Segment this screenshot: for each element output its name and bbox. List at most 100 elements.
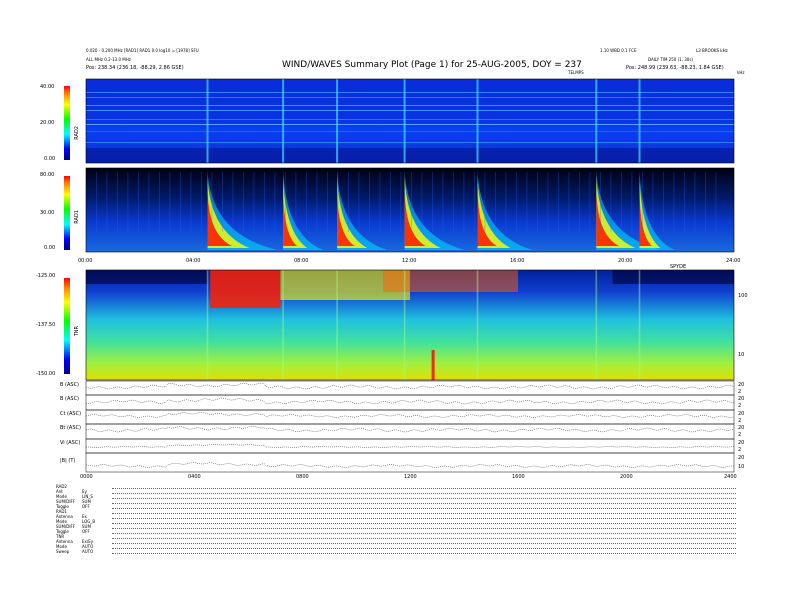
time-tick-2: 08:00	[294, 258, 309, 264]
rad1-streak	[211, 172, 213, 232]
rad1-streak	[295, 172, 297, 232]
time-tick-6: 24:00	[726, 258, 741, 264]
rad1-streak	[358, 172, 360, 232]
btime-tick-4: 1600	[512, 474, 525, 480]
rad1-streak	[232, 172, 234, 232]
tnr-burst-line	[282, 270, 284, 380]
rad2-band-line	[86, 119, 734, 120]
tnr-label: TNR	[74, 326, 80, 337]
tnr-burst-line	[206, 270, 209, 380]
rad2-tick-mid: 20.00	[40, 120, 55, 126]
line-rtick-5a: 20	[738, 455, 745, 461]
rad1-streak	[306, 172, 307, 232]
line-panel-trace	[85, 382, 735, 390]
btime-tick-0: 0000	[80, 474, 93, 480]
line-label-1: B (ASC)	[60, 396, 80, 402]
rad2-burst-spike	[638, 79, 641, 163]
rad1-streak	[495, 172, 496, 232]
line-rtick-3a: 20	[738, 425, 745, 431]
line-rtick-1b: 2	[738, 403, 742, 409]
rad1-streak	[715, 172, 717, 232]
tnr-dark-band-right	[612, 270, 734, 284]
btime-tick-5: 2000	[620, 474, 633, 480]
rad1-streak	[505, 172, 507, 232]
tnr-tick-bot: -150.00	[36, 371, 56, 377]
rad2-tick-bot: 0.00	[44, 156, 56, 162]
tnr-dark-band	[86, 270, 208, 284]
line-panel-frame	[85, 438, 735, 454]
rad1-streak	[547, 172, 549, 232]
rad1-streak	[369, 172, 370, 232]
rad1-streak	[421, 172, 423, 232]
rad1-streak	[316, 172, 318, 232]
line-panel-frame	[85, 452, 735, 473]
line-panel-frame	[85, 409, 735, 425]
line-label-4: Vi (ASC)	[60, 440, 81, 446]
rad1-streak	[159, 172, 160, 232]
rad2-band-line	[86, 124, 734, 125]
tnr-burst-line	[638, 270, 641, 380]
rad1-streak	[180, 172, 181, 232]
rad2-band-line	[86, 131, 734, 132]
rad1-streak	[117, 172, 118, 232]
rad1-tick-mid: 30.00	[40, 210, 55, 216]
rad2-burst-spike	[282, 79, 285, 163]
rad2-burst-spike	[403, 79, 406, 163]
rad1-streak	[694, 172, 696, 232]
time-tick-3: 12:00	[402, 258, 417, 264]
btime-tick-3: 1200	[404, 474, 417, 480]
rad1-streak	[337, 172, 339, 232]
rad1-streak	[327, 172, 328, 232]
line-rtick-0a: 20	[738, 382, 745, 388]
tnr-burst-line	[336, 270, 338, 380]
rad1-streak	[579, 172, 580, 232]
rad1-colorbar	[64, 176, 70, 250]
rad2-burst-spike	[206, 79, 209, 163]
rad2-burst-spike	[336, 79, 339, 163]
rad1-label: RAD1	[74, 210, 80, 224]
rad1-streak	[463, 172, 465, 232]
rad2-burst-spike	[595, 79, 598, 163]
rad1-streak	[642, 172, 643, 232]
rad1-streak	[138, 172, 139, 232]
rad2-band-line	[86, 97, 734, 98]
rad1-streak	[243, 172, 244, 232]
rad1-streak	[253, 172, 255, 232]
rad1-tick-top: 80.00	[40, 172, 55, 178]
line-label-0: B (ASC)	[60, 382, 80, 388]
time-tick-5: 20:00	[618, 258, 633, 264]
line-rtick-0b: 2	[738, 389, 742, 395]
rad1-streak	[537, 172, 538, 232]
rad1-streak	[474, 172, 475, 232]
tnr-tick-top: -125.00	[36, 273, 56, 279]
rad1-streak	[285, 172, 286, 232]
rad1-streak	[600, 172, 601, 232]
tnr-colorbar	[64, 278, 70, 374]
rad2-lower-band	[86, 148, 734, 163]
tnr-burst-line	[403, 270, 406, 380]
line-label-2: Ct (ASC)	[60, 411, 82, 417]
rad1-streak	[453, 172, 454, 232]
time-tick-0: 00:00	[78, 258, 93, 264]
meta-row: Sweep AUTO	[56, 549, 736, 554]
line-rtick-4b: 2	[738, 447, 742, 453]
rad1-streak	[169, 172, 171, 232]
line-panel-frame	[85, 394, 735, 411]
rad1-streak	[652, 172, 654, 232]
line-panel-trace	[85, 444, 735, 448]
rad2-band-line	[86, 105, 734, 106]
tnr-burst-line	[476, 270, 479, 380]
line-rtick-4a: 20	[738, 440, 745, 446]
line-panel-trace	[85, 425, 735, 433]
rad2-band-line	[86, 142, 734, 143]
rad1-streak	[621, 172, 622, 232]
line-rtick-5b: 10	[738, 464, 745, 470]
rad1-streak	[274, 172, 276, 232]
rad1-streak	[96, 172, 97, 232]
rad1-streak	[400, 172, 402, 232]
rad1-streak	[673, 172, 675, 232]
rad1-streak	[589, 172, 591, 232]
rad1-streak	[558, 172, 559, 232]
rad1-streak	[411, 172, 412, 232]
rad1-streak	[222, 172, 223, 232]
